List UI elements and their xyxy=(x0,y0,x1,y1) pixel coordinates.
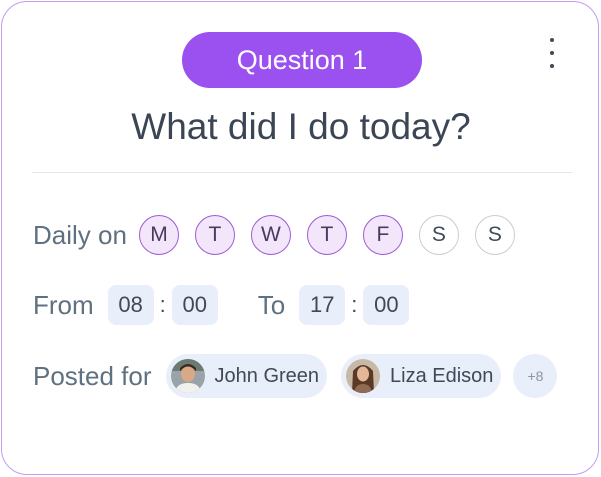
day-wednesday[interactable]: W xyxy=(250,215,291,255)
question-badge[interactable]: Question 1 xyxy=(182,32,422,88)
day-friday[interactable]: F xyxy=(362,215,403,255)
from-minute-field[interactable]: 00 xyxy=(171,285,218,325)
time-row: From 08 : 00 To 17 : 00 xyxy=(33,284,410,326)
schedule-row: Daily on M T W T F S S xyxy=(33,214,515,256)
day-saturday[interactable]: S xyxy=(418,215,459,255)
posted-label: Posted for xyxy=(33,360,152,391)
person-chip-john-green[interactable]: John Green xyxy=(165,354,328,398)
question-title: What did I do today? xyxy=(131,106,471,147)
more-people-badge[interactable]: +8 xyxy=(513,354,558,398)
day-monday[interactable]: M xyxy=(138,215,179,255)
from-hour-field[interactable]: 08 xyxy=(107,285,154,325)
day-tuesday[interactable]: T xyxy=(194,215,235,255)
schedule-label: Daily on xyxy=(33,219,127,250)
from-label: From xyxy=(33,289,94,320)
people-list: John Green Liza Edison +8 xyxy=(165,354,558,398)
more-vertical-icon[interactable] xyxy=(538,38,566,68)
day-thursday[interactable]: T xyxy=(306,215,347,255)
person-name: John Green xyxy=(214,364,320,387)
day-selector: M T W T F S S xyxy=(138,215,515,255)
posted-row: Posted for John Green Liza Edison +8 xyxy=(33,354,558,398)
to-minute-field[interactable]: 00 xyxy=(363,285,410,325)
time-separator: : xyxy=(159,292,166,317)
person-chip-liza-edison[interactable]: Liza Edison xyxy=(341,354,502,398)
person-name: Liza Edison xyxy=(390,364,494,387)
to-label: To xyxy=(257,289,286,320)
avatar-john-green xyxy=(170,359,205,393)
to-hour-field[interactable]: 17 xyxy=(299,285,346,325)
avatar-liza-edison xyxy=(346,359,381,393)
question-card: Question 1 What did I do today? Daily on… xyxy=(1,1,599,475)
divider xyxy=(32,172,572,173)
time-separator: : xyxy=(351,292,358,317)
day-sunday[interactable]: S xyxy=(474,215,515,255)
